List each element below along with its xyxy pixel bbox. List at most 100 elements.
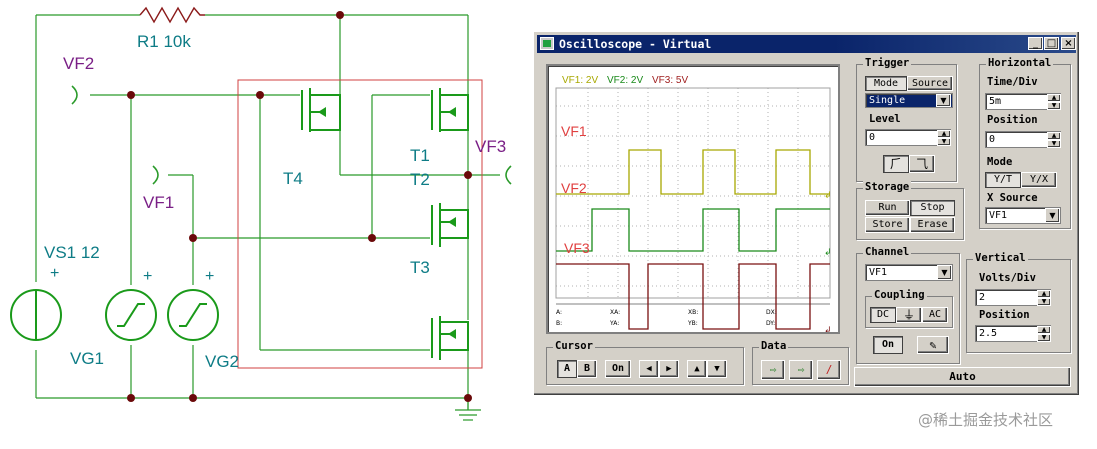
voltsdiv-label: Volts/Div <box>979 272 1036 284</box>
vf2-scale-readout: VF2: 2V <box>607 75 644 86</box>
erase-button[interactable]: Erase <box>910 217 955 233</box>
vg1-label: VG1 <box>70 349 105 368</box>
cursor-on-button[interactable]: On <box>605 360 631 378</box>
channel-on-button[interactable]: On <box>873 336 903 354</box>
readout-xa: XA: <box>610 309 621 316</box>
timediv-up-icon[interactable]: ▲ <box>1047 94 1061 102</box>
timediv-label: Time/Div <box>987 76 1038 88</box>
store-button[interactable]: Store <box>865 217 910 233</box>
chevron-down-icon[interactable]: ▼ <box>936 94 951 107</box>
cursor-down-icon[interactable]: ▼ <box>707 360 727 378</box>
storage-panel: Storage Run Stop Store Erase <box>856 181 964 240</box>
cursor-a-button[interactable]: A <box>557 360 577 378</box>
trigger-panel: Trigger Mode Source Single ▼ Level 0 ▲ ▼… <box>856 57 957 182</box>
app-icon[interactable] <box>540 37 554 50</box>
circuit-schematic: R1 10k VF2 VF1 VF3 T4 T1 T2 T3 VS1 12 VG… <box>0 0 525 445</box>
readout-a: A: <box>556 309 563 316</box>
cursor-right-icon[interactable]: ▶ <box>659 360 679 378</box>
pen-color-icon[interactable]: ✎ <box>917 336 949 354</box>
maximize-button[interactable]: □ <box>1044 37 1059 50</box>
falling-edge-icon[interactable]: ⺄ <box>909 155 935 173</box>
scope-display: ↲ ↲ ↲ <box>555 87 832 336</box>
coupling-title: Coupling <box>872 289 927 301</box>
cursor-b-button[interactable]: B <box>577 360 597 378</box>
hpos-down-icon[interactable]: ▼ <box>1047 140 1061 148</box>
resistor-label: R1 10k <box>137 32 191 51</box>
t2-label: T2 <box>410 170 430 189</box>
chevron-down-icon[interactable]: ▼ <box>937 265 952 280</box>
export-chart-icon[interactable]: ⇨ <box>761 360 785 380</box>
curve-icon[interactable]: ∕ <box>817 360 841 380</box>
vf3-scale-readout: VF3: 5V <box>652 75 689 86</box>
cursor-up-icon[interactable]: ▲ <box>687 360 707 378</box>
horizontal-panel: Horizontal Time/Div 5m ▲ ▼ Position 0 ▲ … <box>979 57 1071 229</box>
t4-label: T4 <box>283 169 303 188</box>
vf1-label: VF1 <box>143 193 175 212</box>
vpos-up-icon[interactable]: ▲ <box>1037 326 1051 334</box>
trace-vf2 <box>556 208 830 252</box>
channel-panel: Channel VF1 ▼ Coupling DC ⏚ AC On ✎ <box>856 246 960 364</box>
channel-title: Channel <box>863 246 912 258</box>
close-button[interactable]: × <box>1061 37 1076 50</box>
hpos-up-icon[interactable]: ▲ <box>1047 132 1061 140</box>
scope-screen: ↲ ↲ ↲ VF1: 2V VF2: 2V VF3: 5V VF1 VF2 VF… <box>546 64 840 336</box>
readout-ya: YA: <box>610 320 620 327</box>
yt-mode-button[interactable]: Y/T <box>985 172 1021 188</box>
trigger-level-label: Level <box>869 113 901 125</box>
ac-coupling-button[interactable]: AC <box>922 307 948 323</box>
vpos-label: Position <box>979 309 1030 321</box>
trace1-label: VF1 <box>561 123 587 139</box>
xsource-label: X Source <box>987 192 1038 204</box>
voltsdiv-down-icon[interactable]: ▼ <box>1037 298 1051 306</box>
run-button[interactable]: Run <box>865 200 910 216</box>
readout-yb: YB: <box>688 320 698 327</box>
trigger-source-button[interactable]: Source <box>907 76 953 91</box>
svg-text:↲: ↲ <box>824 191 832 201</box>
readout-b: B: <box>556 320 563 327</box>
stop-button[interactable]: Stop <box>910 200 955 216</box>
vs1-plus-sign: + <box>50 265 60 282</box>
vf2-label: VF2 <box>63 54 95 73</box>
level-up-icon[interactable]: ▲ <box>937 130 951 138</box>
watermark: @稀土掘金技术社区 <box>918 411 1054 429</box>
data-title: Data <box>759 340 789 352</box>
window-title: Oscilloscope - Virtual <box>559 37 712 51</box>
cursor-left-icon[interactable]: ◀ <box>639 360 659 378</box>
vf1-scale-readout: VF1: 2V <box>562 75 599 86</box>
vs1-label: VS1 12 <box>44 243 100 262</box>
ground-coupling-icon[interactable]: ⏚ <box>896 307 922 323</box>
readout-dy: DY: <box>766 320 776 327</box>
trace-vf1 <box>556 149 830 195</box>
t3-label: T3 <box>410 258 430 277</box>
auto-button[interactable]: Auto <box>854 367 1071 387</box>
vg1-plus-sign: + <box>143 268 153 285</box>
level-down-icon[interactable]: ▼ <box>937 138 951 146</box>
svg-text:↲: ↲ <box>824 248 832 258</box>
storage-title: Storage <box>863 181 912 193</box>
rising-edge-icon[interactable]: ⺁ <box>883 155 909 173</box>
readout-dx: DX: <box>766 309 777 316</box>
coupling-group: Coupling DC ⏚ AC <box>865 289 953 328</box>
chevron-down-icon[interactable]: ▼ <box>1045 208 1060 223</box>
trace2-label: VF2 <box>561 180 587 196</box>
title-bar[interactable]: Oscilloscope - Virtual _ □ × <box>537 35 1076 53</box>
vpos-down-icon[interactable]: ▼ <box>1037 334 1051 342</box>
minimize-button[interactable]: _ <box>1028 37 1043 50</box>
hmode-label: Mode <box>987 156 1013 168</box>
trigger-title: Trigger <box>863 57 912 69</box>
cursor-title: Cursor <box>553 340 595 352</box>
readout-xb: XB: <box>688 309 699 316</box>
oscilloscope-window: Oscilloscope - Virtual _ □ × ↲ ↲ ↲ VF1: … <box>533 31 1080 396</box>
export-data-icon[interactable]: ⇨ <box>789 360 813 380</box>
trace3-label: VF3 <box>564 240 590 256</box>
trigger-mode-button[interactable]: Mode <box>865 76 907 91</box>
hpos-label: Position <box>987 114 1038 126</box>
dc-coupling-button[interactable]: DC <box>870 307 896 323</box>
voltsdiv-up-icon[interactable]: ▲ <box>1037 290 1051 298</box>
vertical-title: Vertical <box>973 252 1028 264</box>
yx-mode-button[interactable]: Y/X <box>1021 172 1057 188</box>
timediv-down-icon[interactable]: ▼ <box>1047 102 1061 110</box>
vg2-plus-sign: + <box>205 268 215 285</box>
svg-text:↲: ↲ <box>824 326 832 332</box>
t1-label: T1 <box>410 146 430 165</box>
